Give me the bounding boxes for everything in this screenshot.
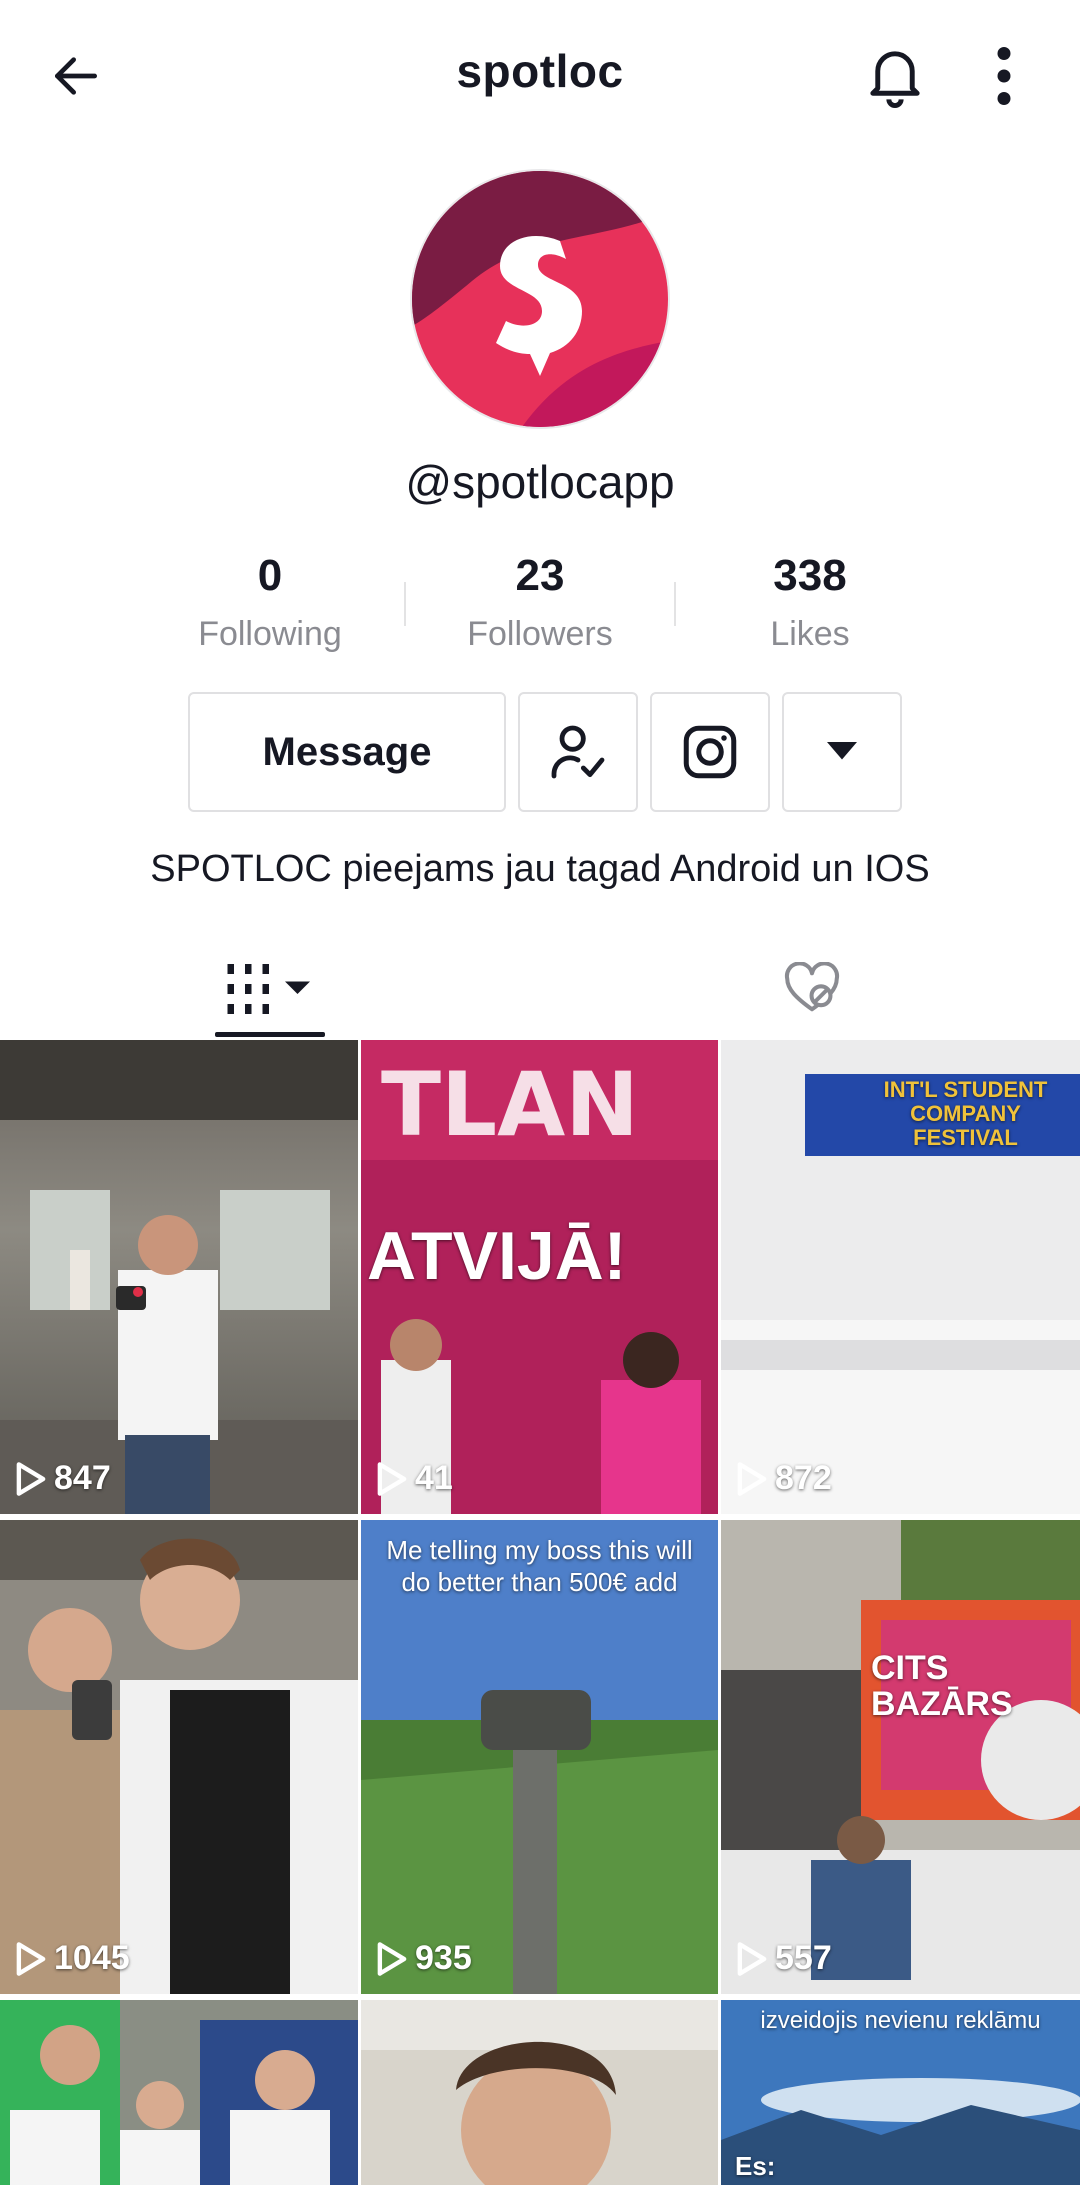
- more-vertical-icon: [997, 47, 1011, 105]
- bell-icon: [870, 51, 920, 108]
- view-count-value: 847: [54, 1459, 111, 1497]
- video-tile[interactable]: TLAN ATVIJĀ! 41: [361, 1040, 718, 1514]
- view-count-value: 557: [775, 1939, 832, 1977]
- message-button[interactable]: Message: [188, 692, 506, 812]
- play-icon: [16, 1941, 46, 1976]
- video-tile[interactable]: Me telling my boss this will do better t…: [361, 1520, 718, 1994]
- instagram-icon: [683, 725, 737, 779]
- video-grid: 847 TLAN ATVIJĀ! 41 INT'L STUDENT COMPAN…: [0, 1040, 1080, 2185]
- active-tab-indicator: [215, 1032, 325, 1037]
- profile-dropdown-button[interactable]: [782, 692, 902, 812]
- profile-tabs: [0, 940, 1080, 1038]
- video-tile[interactable]: [0, 2000, 358, 2185]
- heart-hidden-icon: [784, 962, 840, 1012]
- view-count-value: 935: [415, 1939, 472, 1977]
- video-caption: ATVIJĀ!: [367, 1218, 627, 1294]
- profile-stats: 0 Following 23 Followers 338 Likes: [0, 548, 1080, 668]
- followers-count: 23: [515, 551, 565, 600]
- video-thumbnail: [0, 1040, 358, 1514]
- view-count: 847: [16, 1459, 111, 1498]
- view-count: 872: [737, 1459, 832, 1498]
- view-count: 41: [377, 1459, 453, 1498]
- more-options-button[interactable]: [976, 36, 1032, 116]
- tab-videos[interactable]: [215, 940, 325, 1038]
- video-grid-icon: [227, 964, 310, 1014]
- video-tile[interactable]: 847: [0, 1040, 358, 1514]
- view-count: 935: [377, 1939, 472, 1978]
- followers-label: Followers: [467, 615, 613, 653]
- following-count: 0: [257, 551, 283, 600]
- video-tile[interactable]: [361, 2000, 718, 2185]
- caret-down-icon: [827, 742, 857, 760]
- play-icon: [737, 1461, 767, 1496]
- play-icon: [377, 1461, 407, 1496]
- view-count: 1045: [16, 1939, 130, 1978]
- play-icon: [377, 1941, 407, 1976]
- avatar[interactable]: [410, 169, 670, 429]
- profile-username: @spotlocapp: [405, 456, 675, 508]
- video-caption: Me telling my boss this will do better t…: [386, 1535, 693, 1597]
- notifications-button[interactable]: [856, 36, 934, 116]
- video-tile[interactable]: CITS BAZĀRS 557: [721, 1520, 1080, 1994]
- video-caption-secondary: Es:: [735, 2151, 776, 2181]
- play-icon: [737, 1941, 767, 1976]
- likes-count: 338: [773, 551, 847, 600]
- video-thumbnail: [721, 1520, 1080, 1994]
- view-count-value: 872: [775, 1459, 832, 1497]
- instagram-button[interactable]: [650, 692, 770, 812]
- video-thumbnail: [0, 2000, 358, 2185]
- tab-liked[interactable]: [770, 940, 854, 1038]
- likes-label: Likes: [770, 615, 850, 653]
- top-bar: spotloc: [0, 0, 1080, 150]
- friends-button[interactable]: [518, 692, 638, 812]
- video-tile[interactable]: 1045: [0, 1520, 358, 1994]
- followers-stat[interactable]: 23 Followers: [440, 548, 640, 656]
- stat-divider: [674, 582, 676, 626]
- video-thumbnail: [0, 1520, 358, 1994]
- play-icon: [16, 1461, 46, 1496]
- likes-stat[interactable]: 338 Likes: [710, 548, 910, 656]
- stat-divider: [404, 582, 406, 626]
- spotloc-logo-icon: [412, 171, 668, 427]
- profile-bio: SPOTLOC pieejams jau tagad Android un IO…: [150, 848, 930, 890]
- video-thumbnail: [361, 2000, 718, 2185]
- view-count-value: 41: [415, 1459, 453, 1497]
- video-caption: izveidojis nevienu reklāmu: [760, 2007, 1041, 2034]
- view-count: 557: [737, 1939, 832, 1978]
- following-label: Following: [198, 615, 342, 653]
- following-stat[interactable]: 0 Following: [170, 548, 370, 656]
- user-check-icon: [551, 725, 605, 779]
- video-caption: INT'L STUDENT COMPANY FESTIVAL: [883, 1077, 1048, 1150]
- video-tile[interactable]: izveidojis nevienu reklāmu Es:: [721, 2000, 1080, 2185]
- svg-text:TLAN: TLAN: [381, 1053, 639, 1156]
- video-caption: CITS BAZĀRS: [871, 1649, 1013, 1723]
- view-count-value: 1045: [54, 1939, 130, 1977]
- video-tile[interactable]: INT'L STUDENT COMPANY FESTIVAL 872: [721, 1040, 1080, 1514]
